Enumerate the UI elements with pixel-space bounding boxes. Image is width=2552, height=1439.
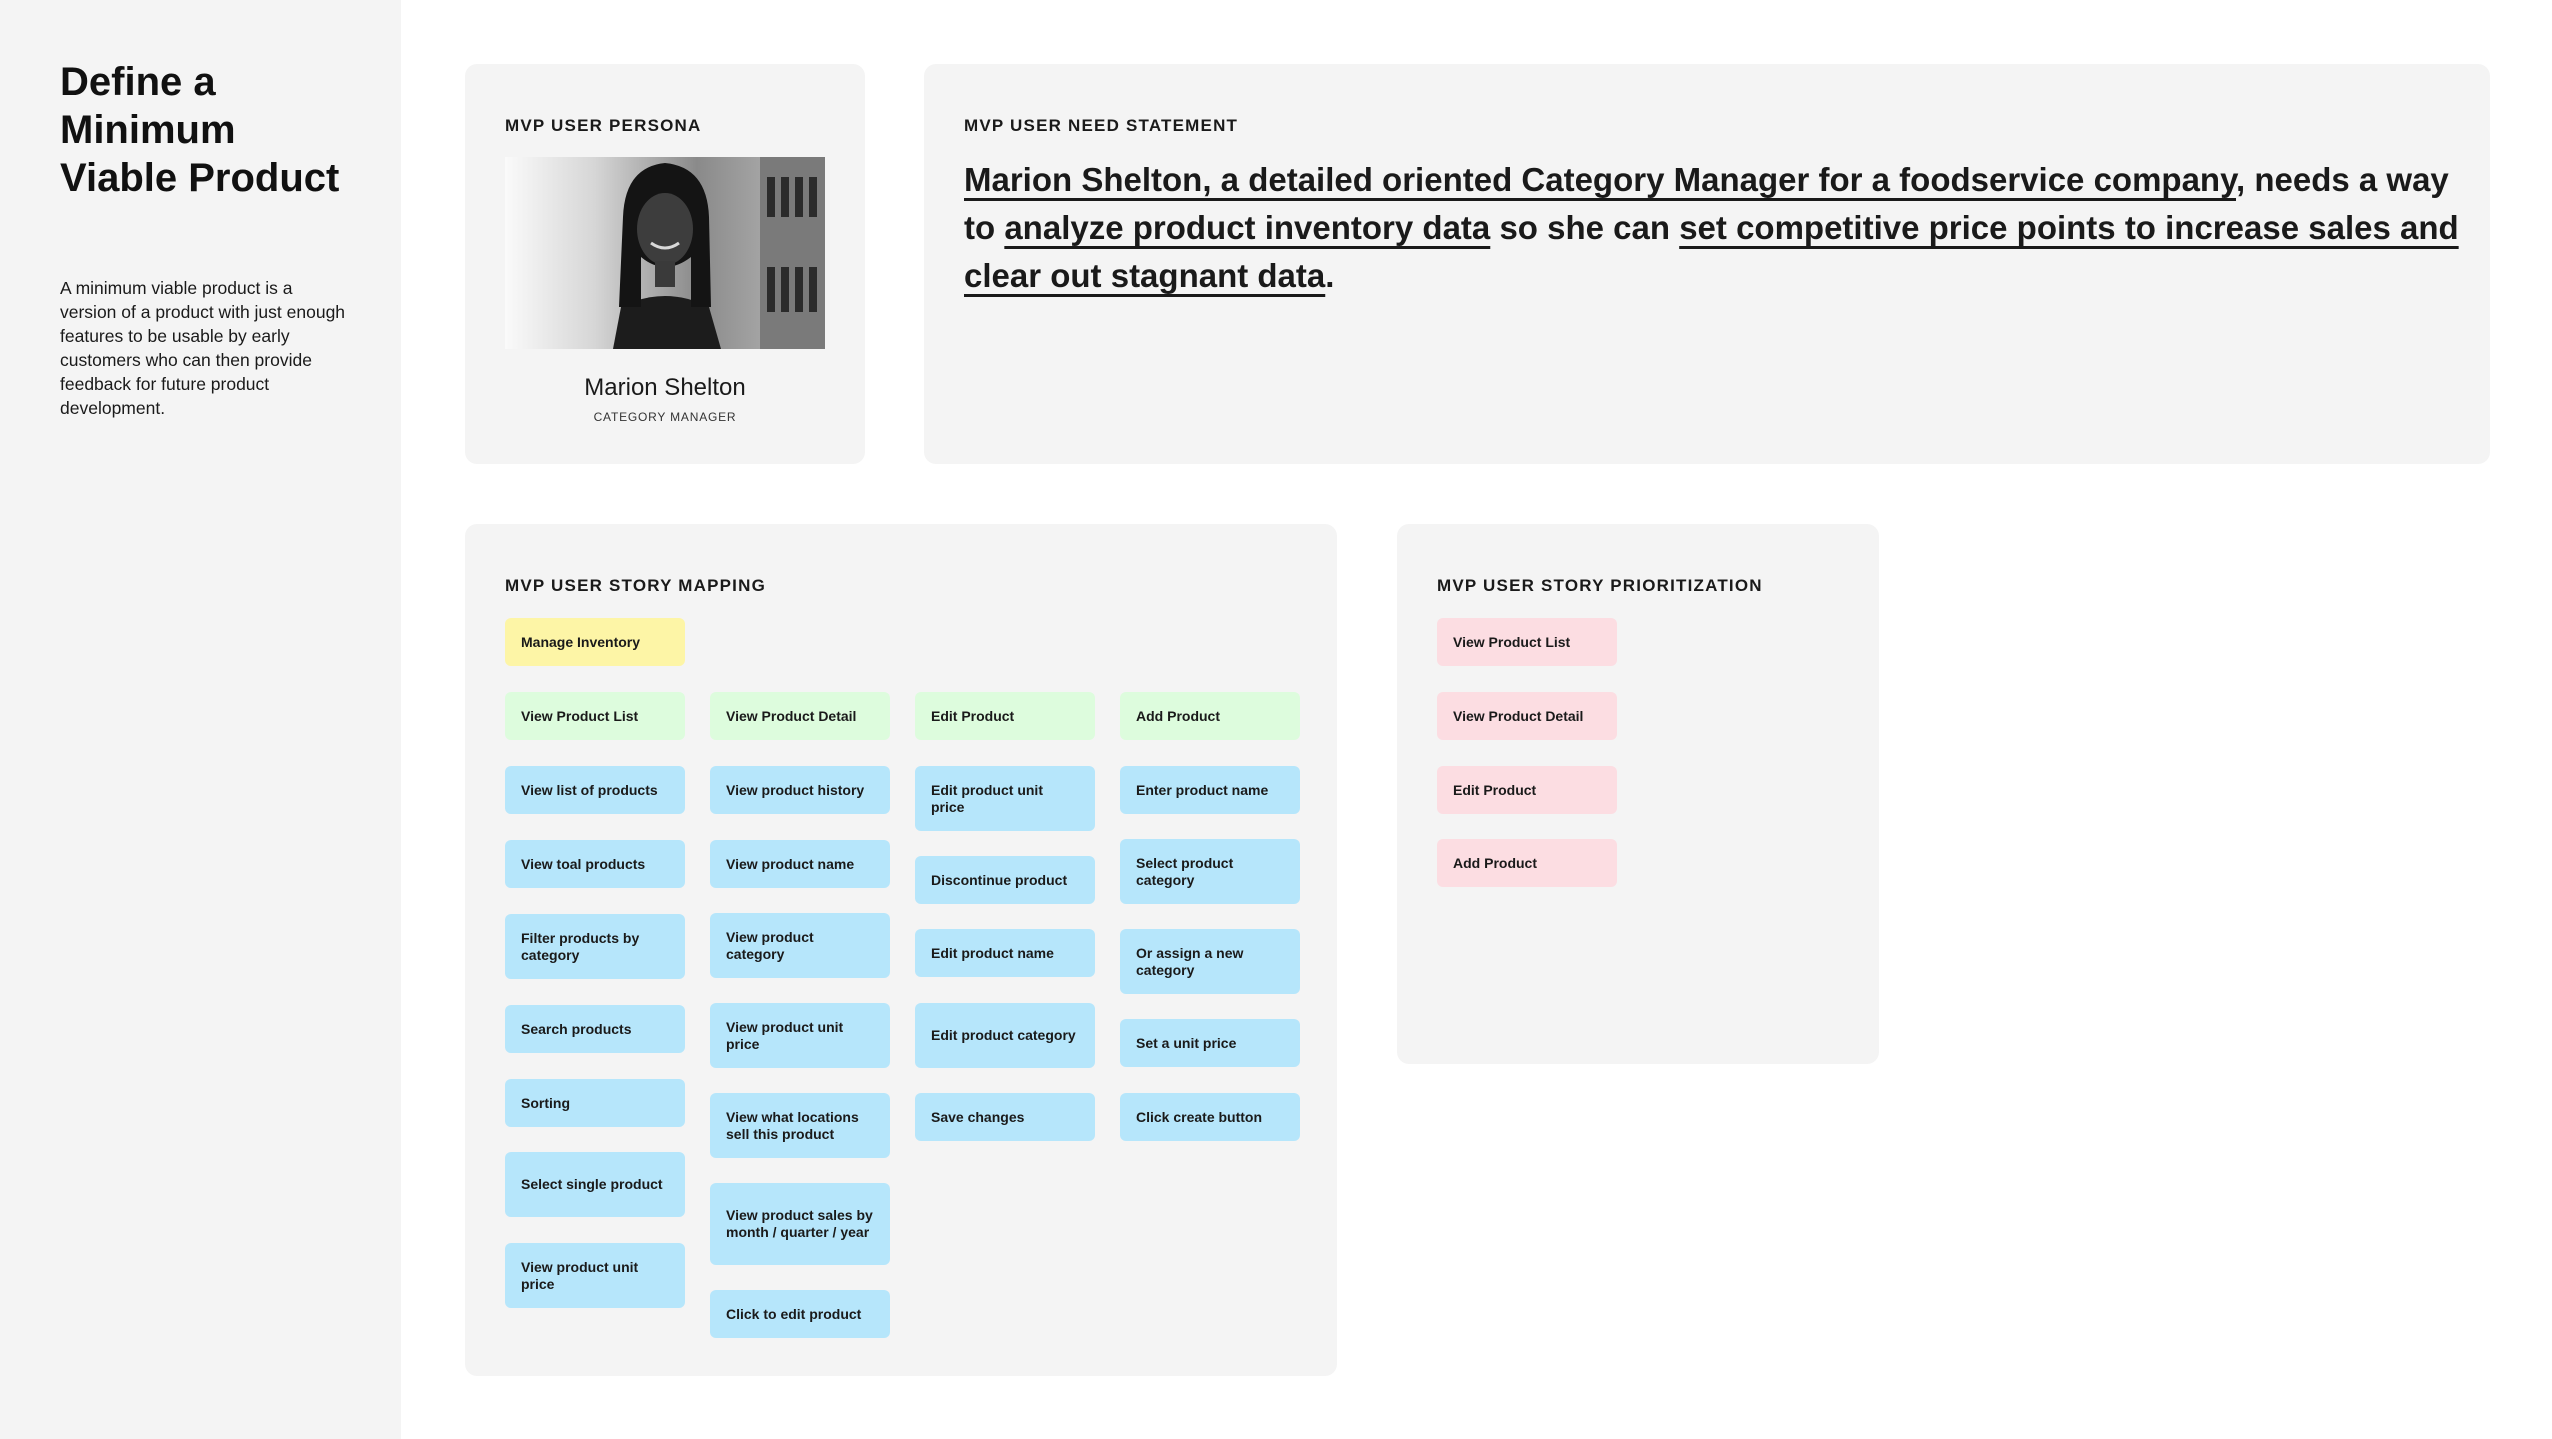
persona-name: Marion Shelton bbox=[584, 374, 746, 401]
activity-sticky[interactable]: View Product Detail bbox=[710, 692, 890, 740]
need-connector: so she can bbox=[1490, 209, 1680, 246]
priority-sticky[interactable]: Add Product bbox=[1437, 839, 1617, 887]
story-sticky[interactable]: Select single product bbox=[505, 1152, 685, 1217]
page-description: A minimum viable product is a version of… bbox=[60, 278, 346, 418]
need-user-description: Marion Shelton, a detailed oriented Cate… bbox=[964, 161, 2236, 198]
story-sticky[interactable]: View product unit price bbox=[710, 1003, 890, 1068]
activity-sticky[interactable]: Add Product bbox=[1120, 692, 1300, 740]
story-sticky[interactable]: Sorting bbox=[505, 1079, 685, 1127]
priority-sticky[interactable]: View Product List bbox=[1437, 618, 1617, 666]
story-sticky[interactable]: Edit product category bbox=[915, 1003, 1095, 1068]
need-statement-heading: MVP USER NEED STATEMENT bbox=[964, 116, 1239, 135]
story-sticky[interactable]: Or assign a new category bbox=[1120, 929, 1300, 994]
story-sticky[interactable]: Edit product name bbox=[915, 929, 1095, 977]
story-sticky[interactable]: Filter products by category bbox=[505, 914, 685, 979]
persona-photo bbox=[505, 157, 825, 349]
story-prioritization-card: MVP USER STORY PRIORITIZATION View Produ… bbox=[1397, 524, 1879, 1064]
story-sticky[interactable]: Edit product unit price bbox=[915, 766, 1095, 831]
need-goal: analyze product inventory data bbox=[1004, 209, 1491, 246]
story-sticky[interactable]: View toal products bbox=[505, 840, 685, 888]
activity-sticky[interactable]: Edit Product bbox=[915, 692, 1095, 740]
activity-sticky[interactable]: View Product List bbox=[505, 692, 685, 740]
story-sticky[interactable]: View product history bbox=[710, 766, 890, 814]
story-sticky[interactable]: View product unit price bbox=[505, 1243, 685, 1308]
story-sticky[interactable]: Set a unit price bbox=[1120, 1019, 1300, 1067]
story-prioritization-heading: MVP USER STORY PRIORITIZATION bbox=[1437, 576, 1763, 595]
story-sticky[interactable]: Select product category bbox=[1120, 839, 1300, 904]
page-title: Define a Minimum Viable Product bbox=[60, 60, 340, 200]
story-sticky[interactable]: View list of products bbox=[505, 766, 685, 814]
story-sticky[interactable]: View product sales by month / quarter / … bbox=[710, 1183, 890, 1265]
story-sticky[interactable]: Click create button bbox=[1120, 1093, 1300, 1141]
story-sticky[interactable]: View product category bbox=[710, 913, 890, 978]
priority-sticky[interactable]: View Product Detail bbox=[1437, 692, 1617, 740]
need-connector: , bbox=[2236, 161, 2255, 198]
persona-heading: MVP USER PERSONA bbox=[505, 116, 702, 135]
persona-card: MVP USER PERSONA Marion Shelton CATEGORY… bbox=[465, 64, 865, 464]
need-statement-card: MVP USER NEED STATEMENT Marion Shelton, … bbox=[924, 64, 2490, 464]
sidebar: Define a Minimum Viable Product A minimu… bbox=[0, 0, 401, 1439]
story-sticky[interactable]: Search products bbox=[505, 1005, 685, 1053]
epic-sticky[interactable]: Manage Inventory bbox=[505, 618, 685, 666]
need-statement-text: Marion Shelton, a detailed oriented Cate… bbox=[964, 156, 2464, 300]
priority-sticky[interactable]: Edit Product bbox=[1437, 766, 1617, 814]
story-sticky[interactable]: Save changes bbox=[915, 1093, 1095, 1141]
story-sticky[interactable]: View product name bbox=[710, 840, 890, 888]
persona-role: CATEGORY MANAGER bbox=[593, 410, 737, 424]
need-period: . bbox=[1325, 257, 1335, 294]
story-mapping-card: MVP USER STORY MAPPING Manage Inventory … bbox=[465, 524, 1337, 1376]
story-mapping-heading: MVP USER STORY MAPPING bbox=[505, 576, 766, 595]
story-sticky[interactable]: View what locations sell this product bbox=[710, 1093, 890, 1158]
story-sticky[interactable]: Discontinue product bbox=[915, 856, 1095, 904]
story-sticky[interactable]: Enter product name bbox=[1120, 766, 1300, 814]
story-sticky[interactable]: Click to edit product bbox=[710, 1290, 890, 1338]
